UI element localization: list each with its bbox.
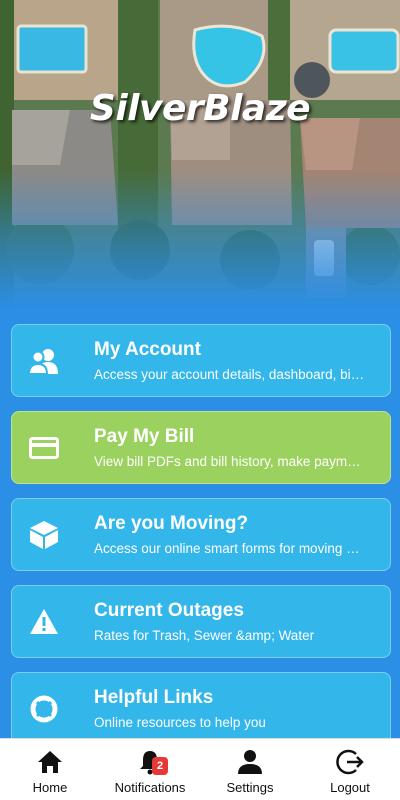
credit-card-icon: [12, 411, 76, 484]
tab-home[interactable]: Home: [0, 739, 100, 800]
warning-icon: [12, 585, 76, 658]
card-title: Pay My Bill: [94, 426, 195, 447]
card-title: Helpful Links: [94, 687, 214, 708]
tab-notifications[interactable]: 2 Notifications: [100, 739, 200, 800]
card-description: View bill PDFs and bill history, make pa…: [94, 454, 361, 469]
card-my-account[interactable]: My Account Access your account details, …: [11, 324, 391, 397]
users-icon: [12, 324, 76, 397]
logout-icon: [335, 747, 365, 777]
hero-banner: SilverBlaze: [0, 0, 400, 310]
bottom-tab-bar: Home 2 Notifications Settings Logout: [0, 738, 400, 800]
notification-badge: 2: [152, 757, 168, 775]
card-title: My Account: [94, 339, 201, 360]
card-title: Are you Moving?: [94, 513, 249, 534]
card-description: Rates for Trash, Sewer &amp; Water: [94, 628, 315, 643]
tab-logout[interactable]: Logout: [300, 739, 400, 800]
lifebuoy-icon: [12, 672, 76, 745]
tab-label: Home: [32, 780, 68, 795]
tab-label: Settings: [226, 780, 274, 795]
box-icon: [12, 498, 76, 571]
tab-settings[interactable]: Settings: [200, 739, 300, 800]
person-icon: [235, 747, 265, 777]
home-icon: [35, 747, 65, 777]
card-description: Access your account details, dashboard, …: [94, 367, 365, 382]
menu-cards: My Account Access your account details, …: [11, 324, 391, 759]
card-description: Access our online smart forms for moving…: [94, 541, 360, 556]
card-title: Current Outages: [94, 600, 244, 621]
tab-label: Notifications: [114, 780, 186, 795]
card-description: Online resources to help you: [94, 715, 266, 730]
card-pay-my-bill[interactable]: Pay My Bill View bill PDFs and bill hist…: [11, 411, 391, 484]
tab-label: Logout: [330, 780, 370, 795]
card-current-outages[interactable]: Current Outages Rates for Trash, Sewer &…: [11, 585, 391, 658]
card-are-you-moving[interactable]: Are you Moving? Access our online smart …: [11, 498, 391, 571]
card-helpful-links[interactable]: Helpful Links Online resources to help y…: [11, 672, 391, 745]
brand-logo: SilverBlaze: [89, 88, 311, 129]
bell-icon: 2: [135, 747, 168, 777]
